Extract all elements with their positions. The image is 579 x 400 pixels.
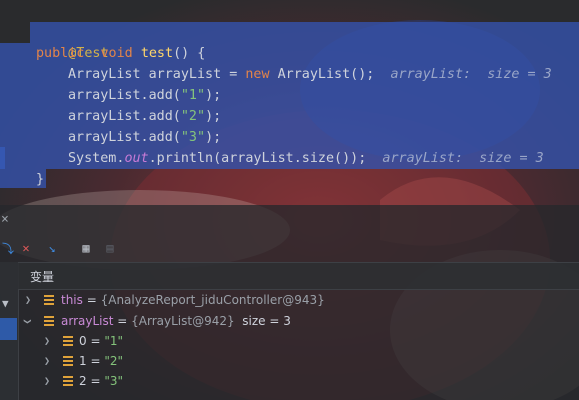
variables-header: [18, 262, 579, 290]
variable-value: {AnalyzeReport_jiduController@943}: [100, 293, 325, 307]
method-name: test: [140, 46, 174, 61]
trace-table-icon[interactable]: ▤: [102, 240, 118, 256]
variable-name: 1: [79, 354, 87, 368]
code-text: System.: [68, 151, 125, 166]
chevron-right-icon[interactable]: ❯: [44, 336, 50, 347]
string-literal: "1": [180, 88, 206, 103]
variable-equals: =: [82, 293, 101, 307]
run-to-cursor-icon[interactable]: ↘: [44, 240, 60, 256]
variable-name: arrayList: [61, 314, 114, 328]
code-text: arrayList.add(: [68, 88, 181, 103]
field-icon: [44, 295, 54, 306]
variable-size: size = 3: [234, 314, 291, 328]
code-line[interactable]: arrayList.add("3");: [68, 127, 221, 148]
code-text: arrayList.add(: [68, 130, 181, 145]
variable-name: this: [61, 293, 83, 307]
code-line[interactable]: ArrayList arrayList = new ArrayList(); a…: [68, 64, 552, 85]
code-line[interactable]: }: [36, 169, 44, 190]
code-line[interactable]: arrayList.add("2");: [68, 106, 221, 127]
code-line[interactable]: public void test() {: [36, 43, 205, 64]
code-text: );: [205, 130, 222, 145]
code-line[interactable]: System.out.println(arrayList.size()); ar…: [68, 148, 544, 169]
inline-debug-value: arrayList: size = 3: [382, 151, 544, 166]
keyword-text: public void: [36, 46, 141, 61]
static-field-text: out: [124, 151, 149, 166]
code-editor[interactable]: @Test public void test() { ArrayList arr…: [0, 0, 579, 205]
code-line[interactable]: @Test: [36, 22, 108, 61]
drop-frame-icon[interactable]: ✕: [18, 240, 34, 256]
variable-equals: =: [86, 354, 105, 368]
selected-frame-marker[interactable]: [0, 318, 17, 340]
selection-highlight: [30, 22, 579, 43]
variables-title: 变量: [30, 270, 55, 284]
code-text: }: [36, 172, 45, 187]
string-literal: "2": [180, 109, 206, 124]
field-icon: [63, 336, 73, 347]
inline-debug-value: arrayList: size = 3: [390, 67, 552, 82]
step-arrow-icon[interactable]: ⤵: [0, 240, 16, 256]
code-text: ArrayList();: [269, 67, 375, 82]
chevron-right-icon[interactable]: ❯: [44, 356, 50, 367]
variable-name: 2: [79, 374, 87, 388]
code-text: arrayList.add(: [68, 109, 181, 124]
keyword-text: new: [245, 67, 270, 82]
variable-name: 0: [79, 334, 87, 348]
code-text: ArrayList arrayList =: [68, 67, 246, 82]
variable-value: {ArrayList@942}: [131, 314, 235, 328]
variable-equals: =: [113, 314, 132, 328]
close-icon[interactable]: ×: [1, 212, 9, 227]
chevron-right-icon[interactable]: ❯: [44, 376, 50, 387]
field-icon: [44, 316, 54, 327]
field-icon: [63, 356, 73, 367]
code-text: );: [205, 109, 222, 124]
code-text: () {: [173, 46, 206, 61]
filter-icon[interactable]: ▼: [2, 297, 9, 310]
variable-value: "3": [104, 374, 124, 388]
code-text: );: [205, 88, 222, 103]
string-literal: "3": [180, 130, 206, 145]
code-line[interactable]: arrayList.add("1");: [68, 85, 221, 106]
variable-equals: =: [86, 334, 105, 348]
variable-value: "1": [104, 334, 124, 348]
chevron-down-icon[interactable]: ❯: [22, 318, 33, 324]
field-icon: [63, 376, 73, 387]
evaluate-table-icon[interactable]: ▦: [78, 240, 94, 256]
variable-value: "2": [104, 354, 124, 368]
variable-equals: =: [86, 374, 105, 388]
code-text: .println(arrayList.size());: [148, 151, 367, 166]
chevron-right-icon[interactable]: ❯: [25, 295, 31, 306]
